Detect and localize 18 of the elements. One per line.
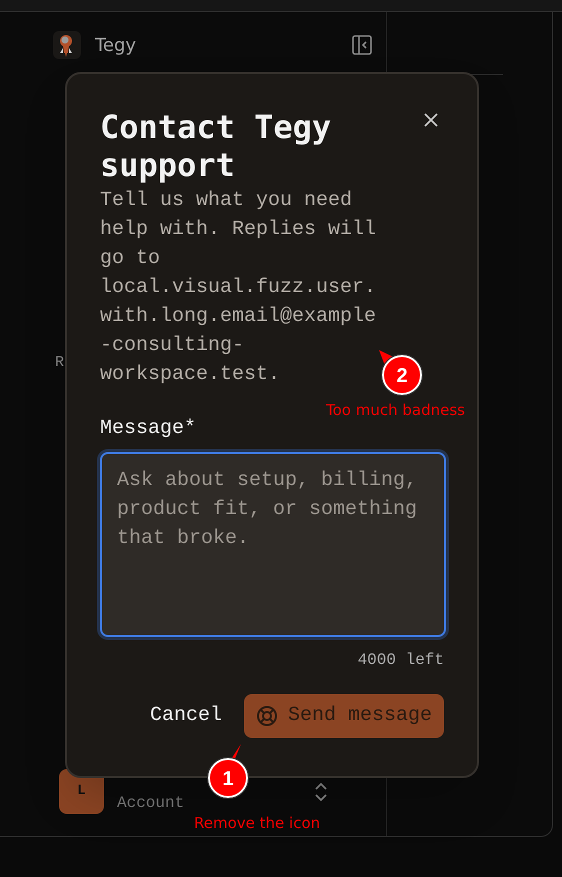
account-role: Account <box>117 792 186 814</box>
dialog-title: Contact Tegy support <box>100 108 332 184</box>
close-icon <box>423 112 439 128</box>
lifebuoy-icon <box>256 705 278 727</box>
field-label: Message* <box>100 416 198 442</box>
cancel-button[interactable]: Cancel <box>148 694 224 738</box>
chevron-up-down-icon[interactable] <box>314 782 328 802</box>
message-field[interactable]: Ask about setup, billing, product fit, or something that broke. <box>100 452 446 637</box>
callout-marker: 1 <box>207 757 249 799</box>
sidebar-toggle-icon[interactable] <box>352 35 372 55</box>
logo-icon <box>53 31 81 59</box>
character-counter: 4000 left <box>358 650 444 671</box>
sidebar-text: R <box>55 353 64 373</box>
callout-note: Remove the icon <box>194 813 320 834</box>
callout-marker: 2 <box>381 354 423 396</box>
callout-note: Too much badness <box>326 400 465 421</box>
brand-name: Tegy <box>95 34 138 58</box>
dialog-description: Tell us what you need help with. Replies will go to local.visual.fuzz.user.with.long.email@example-consulting-workspace.test. <box>100 188 376 388</box>
